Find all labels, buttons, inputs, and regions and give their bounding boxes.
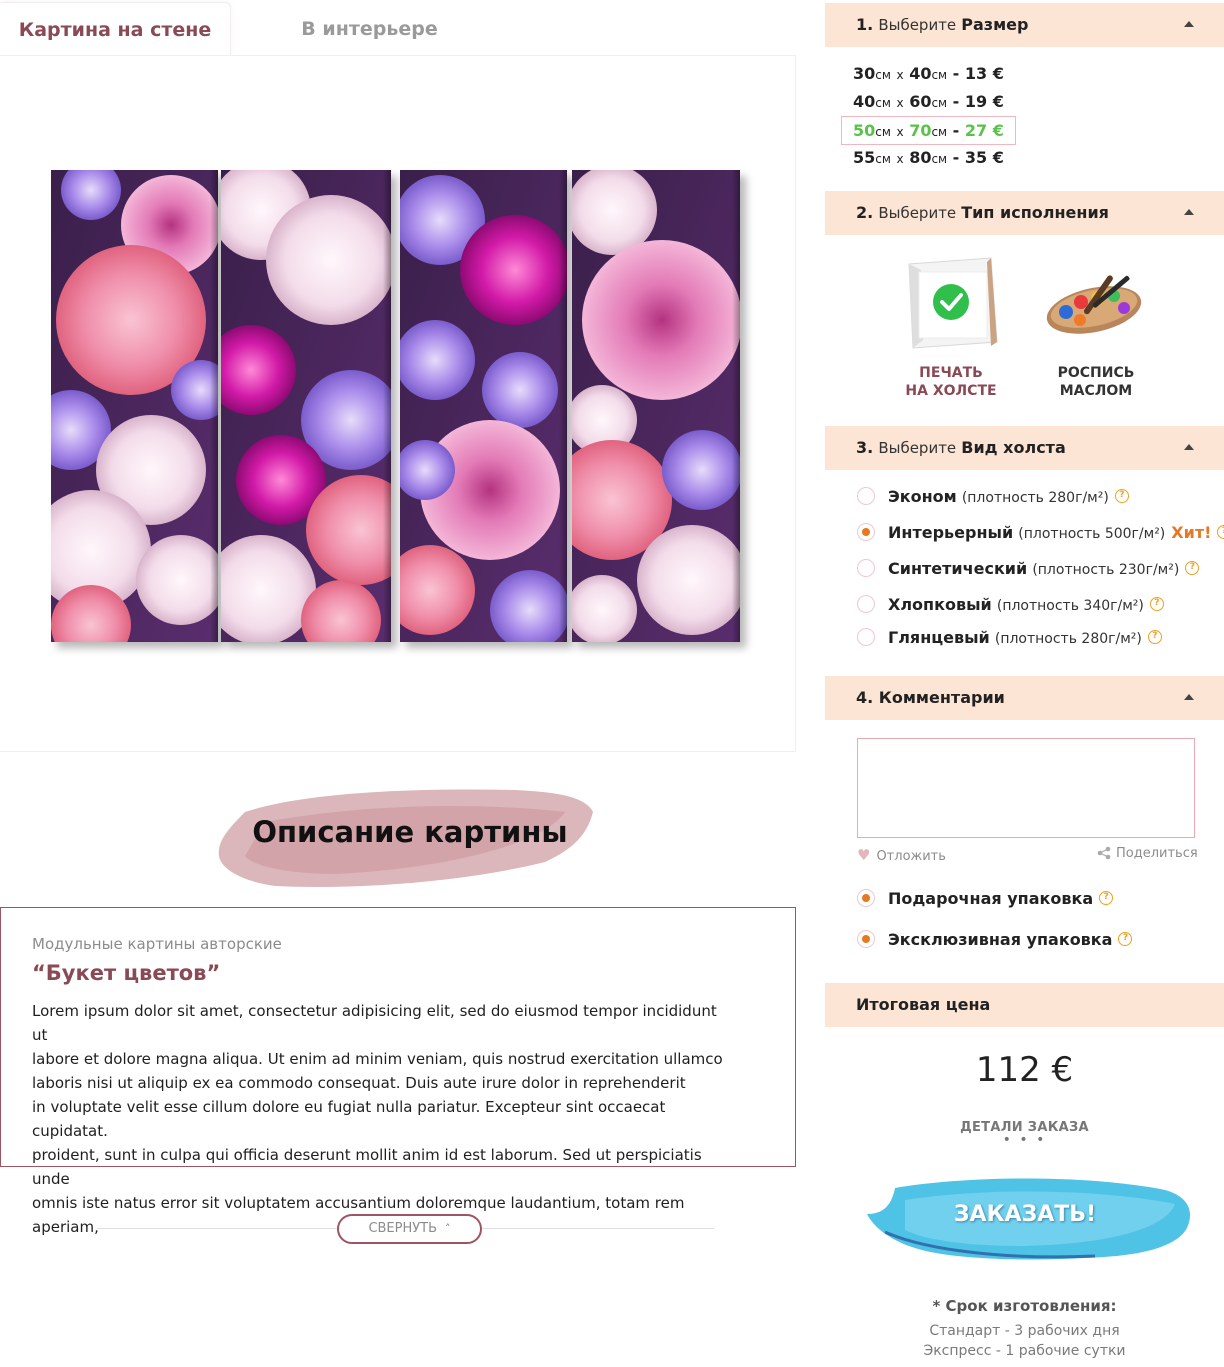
type-oil-painting[interactable]: РОСПИСЬ МАСЛОМ <box>1036 254 1156 400</box>
description-title: Описание картины <box>252 815 568 849</box>
description-category: Модульные картины авторские <box>32 935 282 953</box>
radio[interactable] <box>857 558 875 577</box>
canvas-panel-3 <box>400 170 567 642</box>
description-line: Lorem ipsum dolor sit amet, consectetur … <box>32 1002 717 1044</box>
help-icon[interactable]: ? <box>1114 488 1129 503</box>
order-button[interactable]: ЗАКАЗАТЬ! <box>865 1170 1195 1265</box>
share-link[interactable]: Поделиться <box>1097 846 1198 861</box>
type-label: ПЕЧАТЬ НА ХОЛСТЕ <box>905 365 997 399</box>
step-number: 3. <box>856 438 874 457</box>
total-title: Итоговая цена <box>856 995 991 1014</box>
help-icon[interactable]: ? <box>1147 629 1162 644</box>
size-option[interactable]: 40см x 60см - 19 € <box>853 92 1004 111</box>
collapse-button[interactable]: СВЕРНУТЬ ˄ <box>337 1214 482 1244</box>
oil-palette-icon <box>1046 275 1142 334</box>
collapse-arrow-icon <box>1184 694 1194 700</box>
canvas-panel-4 <box>572 170 740 642</box>
step-number: 1. <box>856 15 874 34</box>
postpone-link[interactable]: ♥ Отложить <box>857 846 946 864</box>
step-title: Тип исполнения <box>961 203 1109 222</box>
heart-icon: ♥ <box>857 846 871 864</box>
type-canvas-print[interactable]: ПЕЧАТЬ НА ХОЛСТЕ <box>891 254 1011 400</box>
canvas-panel-2 <box>221 170 391 642</box>
description-line: labore et dolore magna aliqua. Ut enim a… <box>32 1050 723 1068</box>
collapse-label: СВЕРНУТЬ <box>368 1221 438 1236</box>
step4-header[interactable]: 4. Комментарии <box>825 676 1224 720</box>
lead-time-express: Экспресс - 1 рабочие сутки <box>923 1343 1126 1359</box>
collapse-arrow-icon <box>1184 209 1194 215</box>
lead-time-standard: Стандарт - 3 рабочих дня <box>929 1323 1120 1339</box>
description-line: proident, sunt in culpa qui officia dese… <box>32 1146 702 1188</box>
size-option[interactable]: 55см x 80см - 35 € <box>853 148 1004 167</box>
painting-name: “Букет цветов” <box>32 961 221 985</box>
radio-checked[interactable] <box>857 929 875 948</box>
painting-preview <box>0 55 796 752</box>
step2-header[interactable]: 2. Выберите Тип исполнения <box>825 191 1224 235</box>
share-icon <box>1097 846 1111 859</box>
flower-image <box>572 170 740 642</box>
size-option[interactable]: 30см x 40см - 13 € <box>853 64 1004 83</box>
radio[interactable] <box>857 627 875 646</box>
description-line: laboris nisi ut aliquip ex ea commodo co… <box>32 1074 686 1092</box>
details-dots: • • • <box>1002 1132 1047 1148</box>
collapse-arrow-icon <box>1184 444 1194 450</box>
lead-time-title: * Срок изготовления: <box>932 1297 1117 1315</box>
radio-checked[interactable] <box>857 522 875 541</box>
help-icon[interactable]: ? <box>1217 524 1224 539</box>
description-heading: Описание картины <box>215 782 600 894</box>
flower-image <box>51 170 218 642</box>
help-icon[interactable]: ? <box>1149 596 1164 611</box>
radio-checked[interactable] <box>857 888 875 907</box>
canvas-panel-1 <box>51 170 218 642</box>
help-icon[interactable]: ? <box>1185 560 1200 575</box>
step-title: 4. Комментарии <box>856 688 1005 707</box>
flower-image <box>400 170 567 642</box>
order-label: ЗАКАЗАТЬ! <box>953 1202 1097 1227</box>
canvas-option-interior[interactable]: Интерьерный (плотность 500г/м²)Хит!? <box>857 521 1224 545</box>
size-option-selected[interactable]: 50см x 70см - 27 € <box>841 116 1016 145</box>
canvas-option-cotton[interactable]: Хлопковый (плотность 340г/м²)? <box>857 593 1164 617</box>
canvas-option-econom[interactable]: Эконом (плотность 280г/м²)? <box>857 485 1129 509</box>
tab-interior[interactable]: В интерьере <box>232 2 507 56</box>
help-icon[interactable]: ? <box>1118 931 1133 946</box>
help-icon[interactable]: ? <box>1099 890 1114 905</box>
radio[interactable] <box>857 486 875 505</box>
collapse-arrow-icon <box>1184 21 1194 27</box>
comment-input[interactable] <box>857 738 1195 838</box>
step-title: Вид холста <box>961 438 1066 457</box>
type-label: РОСПИСЬ МАСЛОМ <box>1057 365 1135 399</box>
canvas-option-glossy[interactable]: Глянцевый (плотность 280г/м²)? <box>857 626 1162 650</box>
step3-header[interactable]: 3. Выберите Вид холста <box>825 426 1224 470</box>
step-prefix: Выберите <box>878 204 957 222</box>
hit-badge: Хит! <box>1171 523 1212 542</box>
exclusive-packaging-option[interactable]: Эксклюзивная упаковка? <box>857 928 1133 952</box>
description-text: Lorem ipsum dolor sit amet, consectetur … <box>32 999 732 1239</box>
step-title: Размер <box>961 15 1029 34</box>
description-box: Модульные картины авторские “Букет цвето… <box>0 907 796 1236</box>
canvas-print-icon <box>908 257 998 349</box>
total-header: Итоговая цена <box>825 983 1224 1027</box>
step-prefix: Выберите <box>878 16 957 34</box>
total-price: 112 € <box>975 1050 1074 1090</box>
canvas-option-synthetic[interactable]: Синтетический (плотность 230г/м²)? <box>857 557 1200 581</box>
chevron-up-icon: ˄ <box>445 1222 451 1235</box>
gift-packaging-option[interactable]: Подарочная упаковка? <box>857 887 1114 911</box>
tab-wall[interactable]: Картина на стене <box>0 2 231 56</box>
step-prefix: Выберите <box>878 439 957 457</box>
radio[interactable] <box>857 594 875 613</box>
step-number: 2. <box>856 203 874 222</box>
description-line: in voluptate velit esse cillum dolore eu… <box>32 1098 666 1140</box>
view-tabs: Картина на стене В интерьере <box>0 0 796 56</box>
step1-header[interactable]: 1. Выберите Размер <box>825 3 1224 47</box>
flower-image <box>221 170 391 642</box>
